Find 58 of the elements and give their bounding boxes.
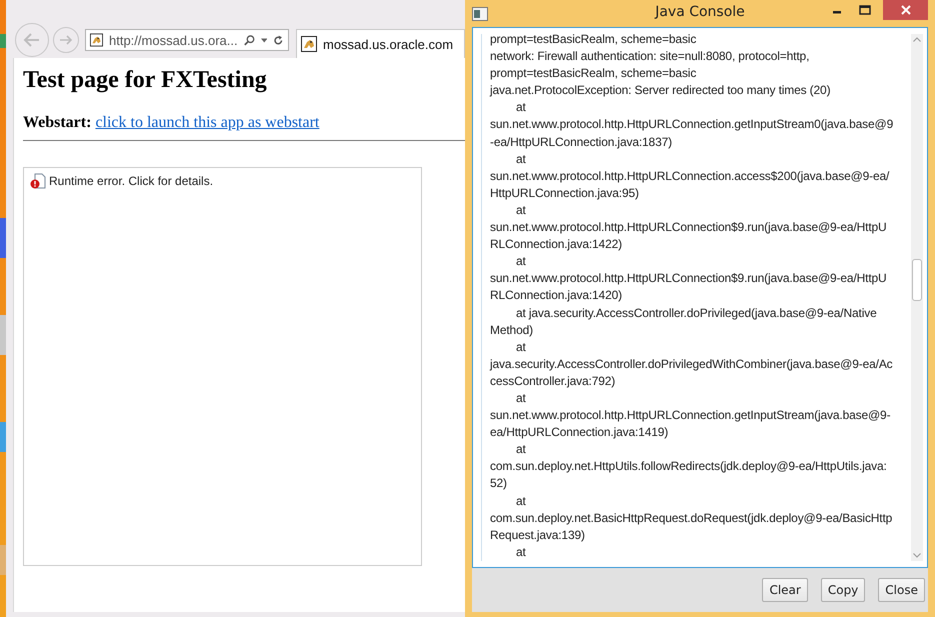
log-line: sun.net.www.protocol.http.HttpURLConnection.getInputStream0(java.base@9 [490, 116, 894, 134]
browser-tab[interactable]: mossad.us.oracle.com [296, 29, 465, 58]
tab-title: mossad.us.oracle.com [323, 36, 454, 52]
webstart-link[interactable]: click to launch this app as webstart [95, 114, 320, 132]
maximize-icon [859, 5, 871, 15]
log-line: com.sun.deploy.net.BasicHttpRequest.doRequest(jdk.deploy@9-ea/BasicHttp [490, 510, 892, 527]
log-line: Request.java:139) [490, 526, 585, 544]
clear-button[interactable]: Clear [762, 578, 808, 602]
log-line: at [516, 544, 526, 561]
log-line: at [516, 202, 526, 219]
log-line: HttpURLConnection.java:95) [490, 184, 639, 202]
close-button[interactable]: Close [878, 578, 925, 602]
window-title: Java Console [655, 4, 745, 20]
page-heading: Test page for FXTesting [23, 66, 268, 94]
log-line: sun.net.www.protocol.http.HttpURLConnection.access$200(java.base@9-ea/ [490, 168, 890, 185]
applet-error-message: Runtime error. Click for details. [49, 173, 214, 189]
webstart-label: Webstart: [23, 114, 92, 132]
close-icon [900, 5, 910, 15]
log-line: network: Firewall authentication: site=null:8080, protocol=http, [490, 48, 810, 66]
log-line: sun.net.www.protocol.http.HttpURLConnection$9.run(java.base@9-ea/HttpU [490, 219, 887, 236]
caret-icon[interactable] [260, 38, 268, 42]
log-line: prompt=testBasicRealm, scheme=basic [490, 65, 696, 82]
log-line: at java.security.AccessController.doPrivileged(java.base@9-ea/Native [516, 304, 877, 322]
log-line: sun.net.www.protocol.http.HttpURLConnection$9.run(java.base@9-ea/HttpU [490, 270, 887, 288]
address-url: http://mossad.us.ora... [108, 32, 238, 48]
applet-panel[interactable]: Runtime error. Click for details. [23, 167, 422, 566]
log-line: java.net.ProtocolException: Server redirected too many times (20) [490, 82, 830, 100]
close-window-button[interactable] [883, 0, 928, 20]
log-line: at [516, 150, 526, 168]
refresh-icon[interactable] [273, 34, 284, 46]
scroll-down-icon[interactable] [913, 553, 921, 558]
log-line: at [516, 253, 526, 270]
log-line: ea/HttpURLConnection.java:1419) [490, 424, 668, 442]
scrollbar[interactable] [911, 34, 923, 561]
log-line: -ea/HttpURLConnection.java:1837) [490, 134, 672, 151]
app-window-icon [472, 6, 488, 20]
log-line: prompt=testBasicRealm, scheme=basic [490, 34, 696, 48]
log-line: at [516, 338, 526, 356]
log-line: RLConnection.java:1422) [490, 236, 622, 254]
log-line: java.security.AccessController.doPrivilegedWithCombiner(java.base@9-ea/Ac [490, 356, 893, 373]
log-line: at [516, 492, 526, 510]
log-line: RLConnection.java:1420) [490, 287, 622, 304]
scroll-thumb[interactable] [912, 259, 922, 301]
site-favicon-icon [90, 32, 103, 48]
log-line: at [516, 99, 526, 116]
search-icon[interactable] [244, 33, 255, 47]
log-line: Method) [490, 322, 533, 339]
log-line: at [516, 390, 526, 407]
log-line: at [516, 441, 526, 458]
log-line: sun.net.www.protocol.http.HttpURLConnection.getInputStream(java.base@9- [490, 407, 890, 424]
log-line: com.sun.deploy.net.HttpUtils.followRedirects(jdk.deploy@9-ea/HttpUtils.java: [490, 458, 887, 476]
site-favicon-icon [301, 36, 317, 52]
error-icon [30, 173, 46, 189]
copy-button[interactable]: Copy [820, 578, 866, 602]
log-line: 52) [490, 475, 507, 492]
address-bar[interactable]: http://mossad.us.ora... [85, 29, 289, 51]
scroll-up-icon[interactable] [913, 37, 921, 42]
log-line: cessController.java:792) [490, 372, 616, 390]
